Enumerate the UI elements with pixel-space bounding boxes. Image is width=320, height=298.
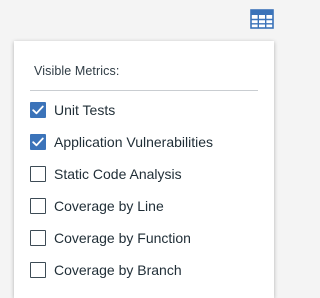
coverage-by-branch-checkbox[interactable] <box>30 262 46 278</box>
checkmark-icon <box>32 137 44 147</box>
checkmark-icon <box>32 105 44 115</box>
option-coverage-by-line[interactable]: Coverage by Line <box>30 195 164 217</box>
coverage-by-line-checkbox[interactable] <box>30 198 46 214</box>
application-vulnerabilities-checkbox[interactable] <box>30 134 46 150</box>
coverage-by-function-checkbox[interactable] <box>30 230 46 246</box>
option-unit-tests[interactable]: Unit Tests <box>30 99 115 121</box>
option-label: Coverage by Branch <box>54 262 182 278</box>
visible-metrics-panel: Visible Metrics: Unit Tests Application … <box>14 41 274 298</box>
panel-title: Visible Metrics: <box>34 64 120 78</box>
unit-tests-checkbox[interactable] <box>30 102 46 118</box>
option-static-code-analysis[interactable]: Static Code Analysis <box>30 163 182 185</box>
option-coverage-by-function[interactable]: Coverage by Function <box>30 227 191 249</box>
option-application-vulnerabilities[interactable]: Application Vulnerabilities <box>30 131 213 153</box>
option-label: Unit Tests <box>54 102 116 118</box>
divider <box>30 90 258 91</box>
option-coverage-by-branch[interactable]: Coverage by Branch <box>30 259 182 281</box>
option-label: Coverage by Line <box>54 198 164 214</box>
option-label: Coverage by Function <box>54 230 191 246</box>
static-code-analysis-checkbox[interactable] <box>30 166 46 182</box>
option-label: Static Code Analysis <box>54 166 182 182</box>
option-label: Application Vulnerabilities <box>54 134 214 150</box>
table-columns-icon <box>250 9 274 33</box>
table-columns-button[interactable] <box>250 9 274 29</box>
